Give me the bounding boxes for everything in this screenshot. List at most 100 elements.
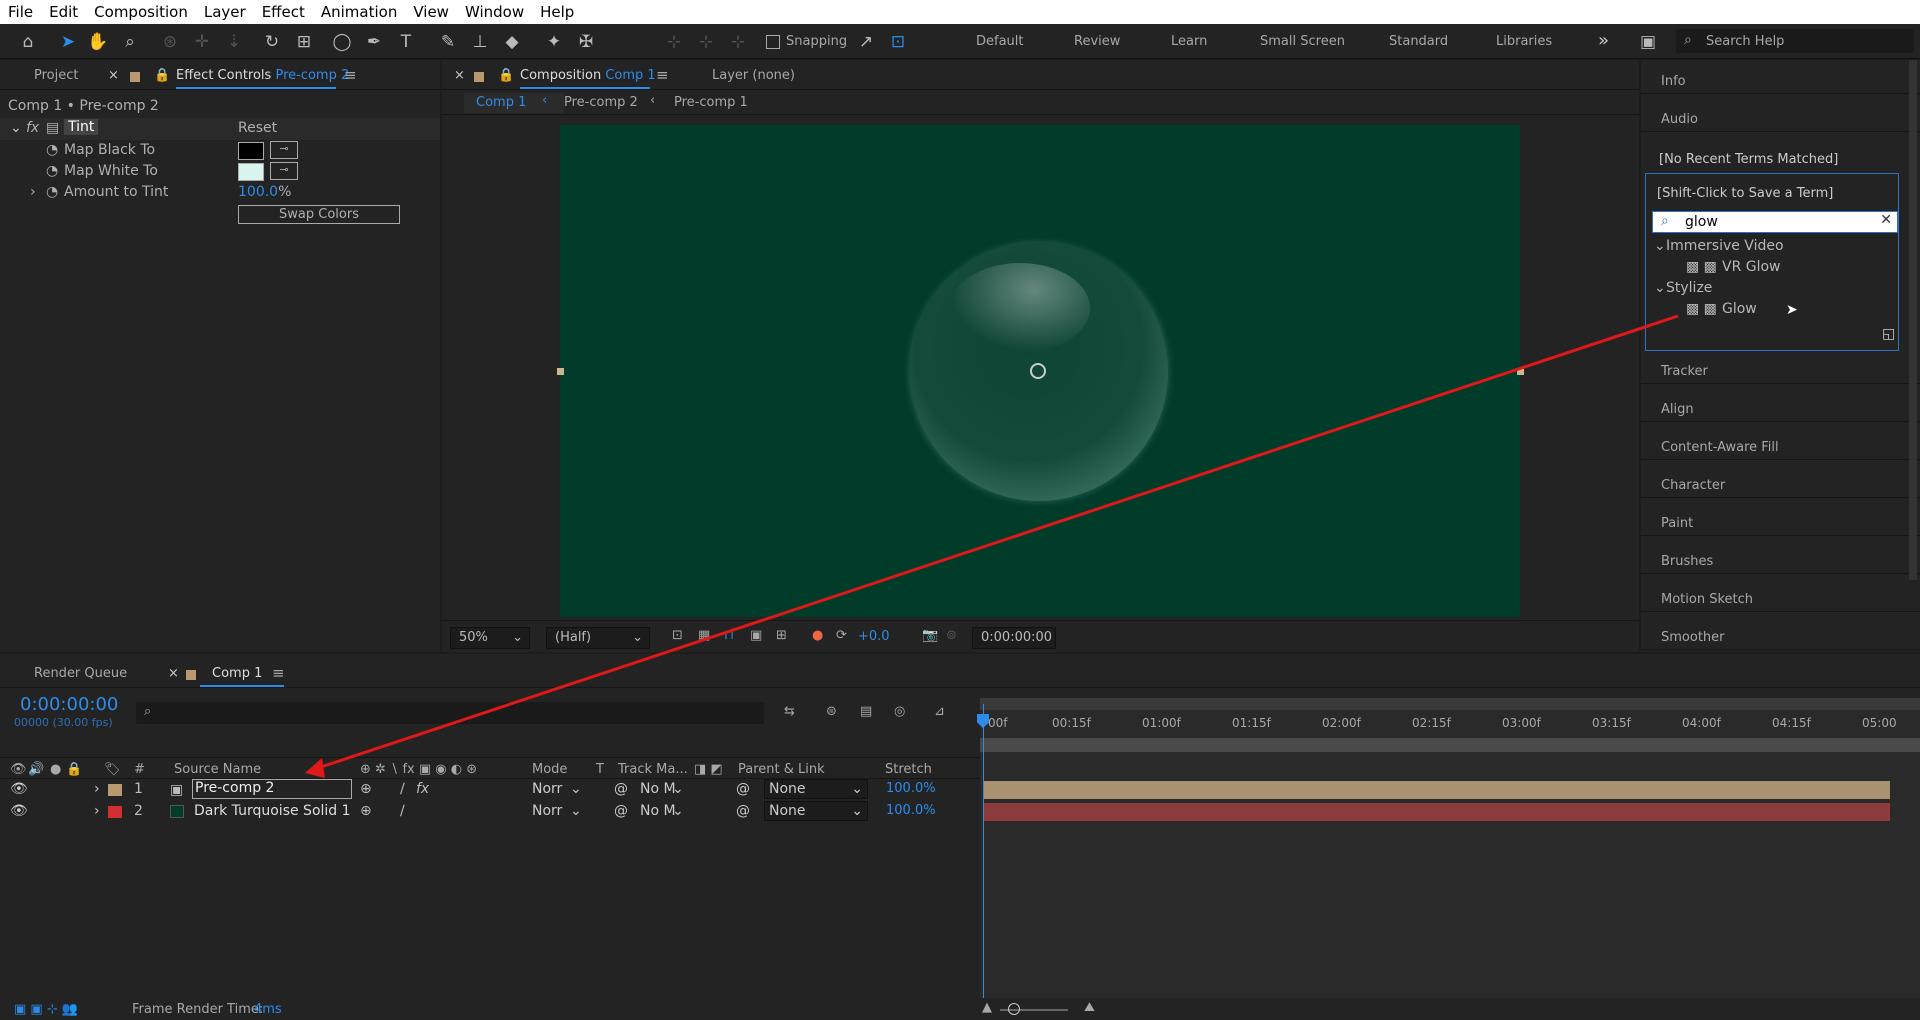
graph-editor-icon[interactable]: ⊿: [934, 704, 945, 719]
composition-viewer[interactable]: [557, 125, 1524, 617]
close-tab-icon[interactable]: ×: [454, 68, 465, 83]
layer-label-swatch[interactable]: [108, 806, 122, 818]
workspace-more-icon[interactable]: »: [1598, 30, 1609, 51]
quality-switch-icon[interactable]: ∕: [400, 803, 405, 819]
layer-name-field[interactable]: Pre-comp 2: [192, 779, 352, 799]
panel-brushes[interactable]: Brushes: [1641, 544, 1920, 574]
menu-help[interactable]: Help: [532, 3, 582, 21]
collapse-chevron-icon[interactable]: ›: [30, 184, 36, 200]
panel-motion-sketch[interactable]: Motion Sketch: [1641, 582, 1920, 612]
axis-view-icon[interactable]: ⊹: [726, 30, 750, 54]
playhead-line[interactable]: [983, 704, 984, 998]
pen-tool-icon[interactable]: ✒: [362, 30, 386, 54]
workspace-standard[interactable]: Standard: [1389, 34, 1448, 49]
eyedropper-icon[interactable]: ⊸: [270, 141, 298, 159]
snapshot-icon[interactable]: 📷: [922, 628, 938, 643]
show-snapshot-icon[interactable]: ⊚: [946, 628, 957, 643]
layer-stretch[interactable]: 100.0%: [886, 781, 936, 796]
layer-handle-left[interactable]: [557, 368, 564, 375]
eye-visibility-icon[interactable]: 👁: [10, 781, 28, 797]
axis-local-icon[interactable]: ⊹: [662, 30, 686, 54]
crumb-pre-comp-1[interactable]: Pre-comp 1: [674, 95, 748, 110]
layer-mode[interactable]: Norr: [532, 781, 562, 797]
menu-window[interactable]: Window: [457, 3, 532, 21]
tree-group-immersive-video[interactable]: Immersive Video: [1666, 238, 1784, 254]
comp-timecode[interactable]: 0:00:00:00: [972, 627, 1056, 649]
panel-tracker[interactable]: Tracker: [1641, 354, 1920, 384]
tab-layer[interactable]: Layer (none): [712, 68, 795, 83]
expand-layer-icon[interactable]: ›: [94, 803, 100, 819]
panel-align[interactable]: Align: [1641, 392, 1920, 422]
track-matte-link-icon[interactable]: @: [614, 781, 628, 797]
panel-paint[interactable]: Paint: [1641, 506, 1920, 536]
zoom-tool-icon[interactable]: ⌕: [118, 30, 142, 54]
tree-chevron-icon[interactable]: ⌄: [1654, 280, 1666, 296]
workspace-libraries[interactable]: Libraries: [1496, 34, 1552, 49]
map-black-color-swatch[interactable]: [238, 142, 264, 160]
effects-search-input[interactable]: ⌕ glow ✕: [1652, 211, 1898, 233]
eraser-tool-icon[interactable]: ◆: [500, 30, 524, 54]
ellipse-tool-icon[interactable]: ◯: [330, 30, 354, 54]
snap-options-icon[interactable]: ↗: [854, 30, 878, 54]
type-tool-icon[interactable]: T: [394, 30, 418, 54]
layer-row-2[interactable]: 👁 › 2 Dark Turquoise Solid 1 ⊕ ∕ Norr ⌄ …: [0, 801, 980, 823]
search-help-field[interactable]: ⌕ Search Help: [1676, 29, 1914, 53]
layer-stretch[interactable]: 100.0%: [886, 803, 936, 818]
menu-layer[interactable]: Layer: [196, 3, 254, 21]
menu-file[interactable]: File: [0, 3, 41, 21]
close-tab-icon[interactable]: ×: [108, 68, 119, 83]
zoom-dropdown[interactable]: 50% ⌄: [450, 627, 530, 649]
clone-stamp-tool-icon[interactable]: ⊥: [468, 30, 492, 54]
timeline-search-input[interactable]: ⌕: [136, 702, 764, 724]
workspace-review[interactable]: Review: [1074, 34, 1120, 49]
track-matte-link-icon[interactable]: @: [614, 803, 628, 819]
work-area-bar[interactable]: [980, 698, 1920, 710]
expand-layer-icon[interactable]: ›: [94, 781, 100, 797]
panel-character[interactable]: Character: [1641, 468, 1920, 498]
workspace-small-screen[interactable]: Small Screen: [1260, 34, 1345, 49]
hand-tool-icon[interactable]: ✋: [86, 30, 110, 54]
menu-view[interactable]: View: [405, 3, 457, 21]
timeline-timecode[interactable]: 0:00:00:00: [20, 694, 118, 715]
menu-edit[interactable]: Edit: [41, 3, 86, 21]
reset-link[interactable]: Reset: [238, 120, 277, 136]
tree-item-glow[interactable]: Glow: [1722, 301, 1757, 317]
region-of-interest-icon[interactable]: ⊡: [672, 628, 683, 643]
dolly-camera-icon[interactable]: ⇣: [222, 30, 246, 54]
frame-blending-icon[interactable]: ▤: [860, 704, 872, 719]
workspace-default[interactable]: Default: [976, 34, 1024, 49]
tree-group-stylize[interactable]: Stylize: [1666, 280, 1712, 296]
collapse-switch-icon[interactable]: ⊕: [360, 781, 372, 797]
layer-switches-icon[interactable]: ▣ ▣ ⊹ 👥: [14, 1002, 78, 1017]
timeline-track-area[interactable]: 00f 00:15f 01:00f 01:15f 02:00f 02:15f 03:00f 0…: [977, 698, 1920, 998]
orbit-camera-icon[interactable]: ⊛: [158, 30, 182, 54]
quality-switch-icon[interactable]: ∕: [400, 781, 405, 797]
tab-project[interactable]: Project: [34, 68, 78, 83]
effect-name[interactable]: Tint: [64, 119, 99, 135]
home-icon[interactable]: ⌂: [16, 30, 40, 54]
workspace-learn[interactable]: Learn: [1171, 34, 1207, 49]
color-channels-icon[interactable]: ●: [812, 628, 823, 643]
zoom-in-icon[interactable]: ⛰: [1084, 1000, 1095, 1015]
resolution-dropdown[interactable]: (Half) ⌄: [546, 627, 650, 649]
grid-options-icon[interactable]: ⊞: [776, 628, 787, 643]
lock-icon[interactable]: 🔒: [498, 68, 514, 83]
expand-chevron-icon[interactable]: ⌄: [10, 120, 22, 136]
fx-switch-icon[interactable]: fx: [416, 781, 429, 797]
col-source-name[interactable]: Source Name: [174, 762, 261, 777]
tab-composition[interactable]: Composition Comp 1: [520, 68, 656, 83]
recent-save-hint[interactable]: [Shift-Click to Save a Term]: [1657, 186, 1833, 201]
stopwatch-icon[interactable]: ◔: [46, 142, 58, 158]
eye-visibility-icon[interactable]: 👁: [10, 803, 28, 819]
map-white-color-swatch[interactable]: [238, 163, 264, 181]
menu-animation[interactable]: Animation: [313, 3, 405, 21]
time-ruler[interactable]: 00f 00:15f 01:00f 01:15f 02:00f 02:15f 03:00f 0…: [980, 714, 1900, 734]
shy-layers-icon[interactable]: ⊜: [826, 704, 837, 719]
guides-icon[interactable]: ▣: [750, 628, 762, 643]
swap-colors-button[interactable]: Swap Colors: [238, 205, 400, 224]
tab-comp-1[interactable]: Comp 1: [212, 666, 262, 681]
lock-icon[interactable]: 🔒: [154, 68, 170, 83]
selection-tool-icon[interactable]: ➤: [56, 30, 80, 54]
motion-blur-icon[interactable]: ◎: [894, 704, 905, 719]
snapping-checkbox[interactable]: [766, 35, 780, 49]
